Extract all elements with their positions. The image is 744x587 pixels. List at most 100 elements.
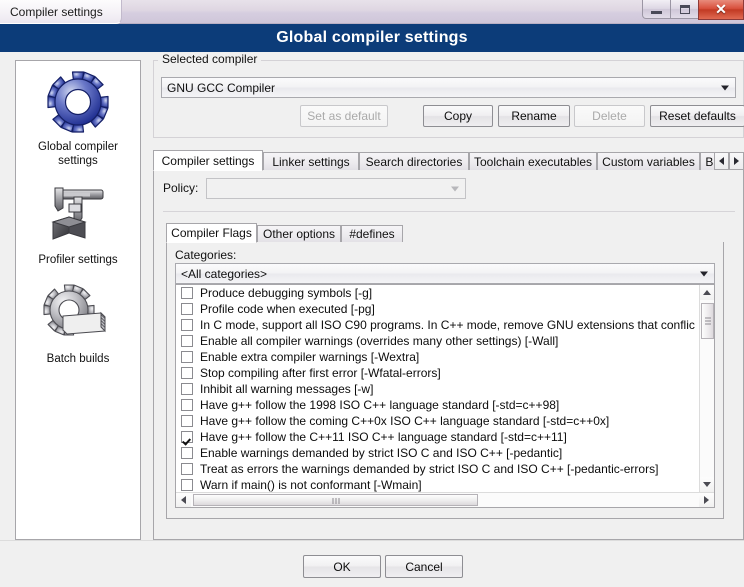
dialog-banner: Global compiler settings [0, 24, 744, 52]
caliper-icon [41, 184, 115, 249]
tab-other-options[interactable]: Other options [257, 225, 341, 242]
flag-row[interactable]: Treat as errors the warnings demanded by… [176, 461, 700, 477]
tab-toolchain-executables[interactable]: Toolchain executables [469, 152, 597, 170]
tab-label: Search directories [365, 154, 463, 169]
policy-divider [163, 211, 735, 212]
checkbox-unchecked[interactable] [181, 383, 193, 395]
sidebar-item-label: Global compiler settings [38, 141, 118, 167]
tab-search-directories[interactable]: Search directories [359, 152, 469, 170]
compiler-select[interactable]: GNU GCC Compiler [161, 77, 736, 98]
policy-label: Policy: [163, 181, 199, 195]
window-title-tab[interactable]: Compiler settings [0, 0, 122, 24]
checkbox-unchecked[interactable] [181, 335, 193, 347]
close-icon: ✕ [715, 1, 727, 17]
selected-compiler-group: Selected compiler GNU GCC Compiler Set a… [153, 52, 744, 138]
reset-defaults-label: Reset defaults [659, 109, 736, 123]
close-button[interactable]: ✕ [698, 0, 744, 20]
vertical-scroll-thumb[interactable] [701, 303, 714, 339]
flag-label: Have g++ follow the C++11 ISO C++ langua… [200, 430, 567, 444]
tab-bar: Compiler settings Linker settings Search… [153, 150, 744, 171]
caret-up-icon [703, 290, 711, 295]
flag-row[interactable]: Have g++ follow the 1998 ISO C++ languag… [176, 397, 700, 413]
scroll-left-button[interactable] [176, 493, 191, 507]
tab-custom-variables[interactable]: Custom variables [597, 152, 700, 170]
scroll-down-button[interactable] [700, 477, 714, 492]
compiler-flags-panel: Categories: <All categories> Produce deb… [166, 242, 724, 519]
group-border-left [154, 60, 158, 61]
maximize-button[interactable] [670, 0, 699, 19]
tab-label: Custom variables [602, 154, 695, 169]
ok-label: OK [333, 559, 351, 574]
flag-row[interactable]: Warn if main() is not conformant [-Wmain… [176, 477, 700, 493]
chevron-down-icon [700, 271, 708, 276]
flag-row[interactable]: Have g++ follow the coming C++0x ISO C++… [176, 413, 700, 429]
flag-row[interactable]: Produce debugging symbols [-g] [176, 285, 700, 301]
policy-select[interactable] [206, 178, 466, 199]
set-as-default-button[interactable]: Set as default [300, 105, 388, 127]
horizontal-scroll-thumb[interactable] [193, 494, 478, 506]
tab-compiler-flags[interactable]: Compiler Flags [166, 223, 257, 243]
flag-row[interactable]: Enable extra compiler warnings [-Wextra] [176, 349, 700, 365]
flag-rows: Produce debugging symbols [-g] Profile co… [176, 285, 700, 493]
flag-row[interactable]: Have g++ follow the C++11 ISO C++ langua… [176, 429, 700, 445]
delete-button[interactable]: Delete [574, 105, 645, 127]
checkbox-unchecked[interactable] [181, 351, 193, 363]
checkbox-unchecked[interactable] [181, 287, 193, 299]
horizontal-scrollbar[interactable] [176, 492, 714, 507]
rename-button[interactable]: Rename [498, 105, 570, 127]
group-border-right [260, 60, 743, 61]
scroll-right-button[interactable] [699, 493, 714, 507]
compiler-flags-list[interactable]: Produce debugging symbols [-g] Profile co… [175, 284, 715, 508]
checkbox-unchecked[interactable] [181, 447, 193, 459]
gear-icon [41, 71, 115, 136]
grip-icon [331, 498, 340, 504]
checkbox-unchecked[interactable] [181, 399, 193, 411]
flag-label: Have g++ follow the coming C++0x ISO C++… [200, 414, 610, 428]
checkbox-unchecked[interactable] [181, 463, 193, 475]
settings-panel: Selected compiler GNU GCC Compiler Set a… [153, 52, 744, 540]
flag-label: Treat as errors the warnings demanded by… [200, 462, 659, 476]
checkbox-checked[interactable] [181, 431, 193, 443]
scroll-up-button[interactable] [700, 285, 714, 300]
categories-label: Categories: [175, 248, 237, 262]
checkbox-unchecked[interactable] [181, 319, 193, 331]
tab-compiler-settings[interactable]: Compiler settings [153, 150, 263, 171]
flag-row[interactable]: Profile code when executed [-pg] [176, 301, 700, 317]
flag-label: Enable extra compiler warnings [-Wextra] [200, 350, 420, 364]
chevron-down-icon [721, 85, 729, 90]
flag-row[interactable]: Inhibit all warning messages [-w] [176, 381, 700, 397]
reset-defaults-button[interactable]: Reset defaults [650, 105, 744, 127]
checkbox-unchecked[interactable] [181, 479, 193, 491]
maximize-icon [679, 4, 690, 14]
categories-select[interactable]: <All categories> [175, 263, 715, 284]
inner-tab-label: Other options [262, 227, 336, 241]
vertical-scrollbar[interactable] [699, 285, 714, 492]
flag-row[interactable]: Stop compiling after first error [-Wfata… [176, 365, 700, 381]
caret-right-icon [704, 496, 709, 504]
flag-row[interactable]: Enable all compiler warnings (overrides … [176, 333, 700, 349]
delete-label: Delete [592, 109, 627, 123]
flag-label: Warn if main() is not conformant [-Wmain… [200, 478, 422, 492]
flag-row[interactable]: In C mode, support all ISO C90 programs.… [176, 317, 700, 333]
checkbox-unchecked[interactable] [181, 303, 193, 315]
tab-label: Compiler settings [161, 153, 255, 168]
sidebar-item-batch-builds[interactable]: Batch builds [16, 267, 140, 366]
ok-button[interactable]: OK [303, 555, 381, 578]
flag-label: Inhibit all warning messages [-w] [200, 382, 374, 396]
minimize-button[interactable] [642, 0, 671, 19]
gear-stack-icon [41, 283, 115, 348]
copy-button[interactable]: Copy [423, 105, 493, 127]
checkbox-unchecked[interactable] [181, 367, 193, 379]
sidebar-item-profiler-settings[interactable]: Profiler settings [16, 168, 140, 267]
selected-compiler-label: Selected compiler [160, 52, 262, 66]
tab-linker-settings[interactable]: Linker settings [263, 152, 359, 170]
checkbox-unchecked[interactable] [181, 415, 193, 427]
tab-scroll-left-button[interactable] [714, 152, 729, 170]
tab-scroll-right-button[interactable] [729, 152, 744, 170]
compiler-settings-tab-page: Policy: Compiler Flags Other options #de… [153, 170, 744, 540]
tab-defines[interactable]: #defines [341, 225, 403, 242]
cancel-button[interactable]: Cancel [385, 555, 463, 578]
flag-row[interactable]: Enable warnings demanded by strict ISO C… [176, 445, 700, 461]
flag-label: In C mode, support all ISO C90 programs.… [200, 318, 695, 332]
sidebar-item-global-compiler-settings[interactable]: Global compiler settings [16, 61, 140, 168]
